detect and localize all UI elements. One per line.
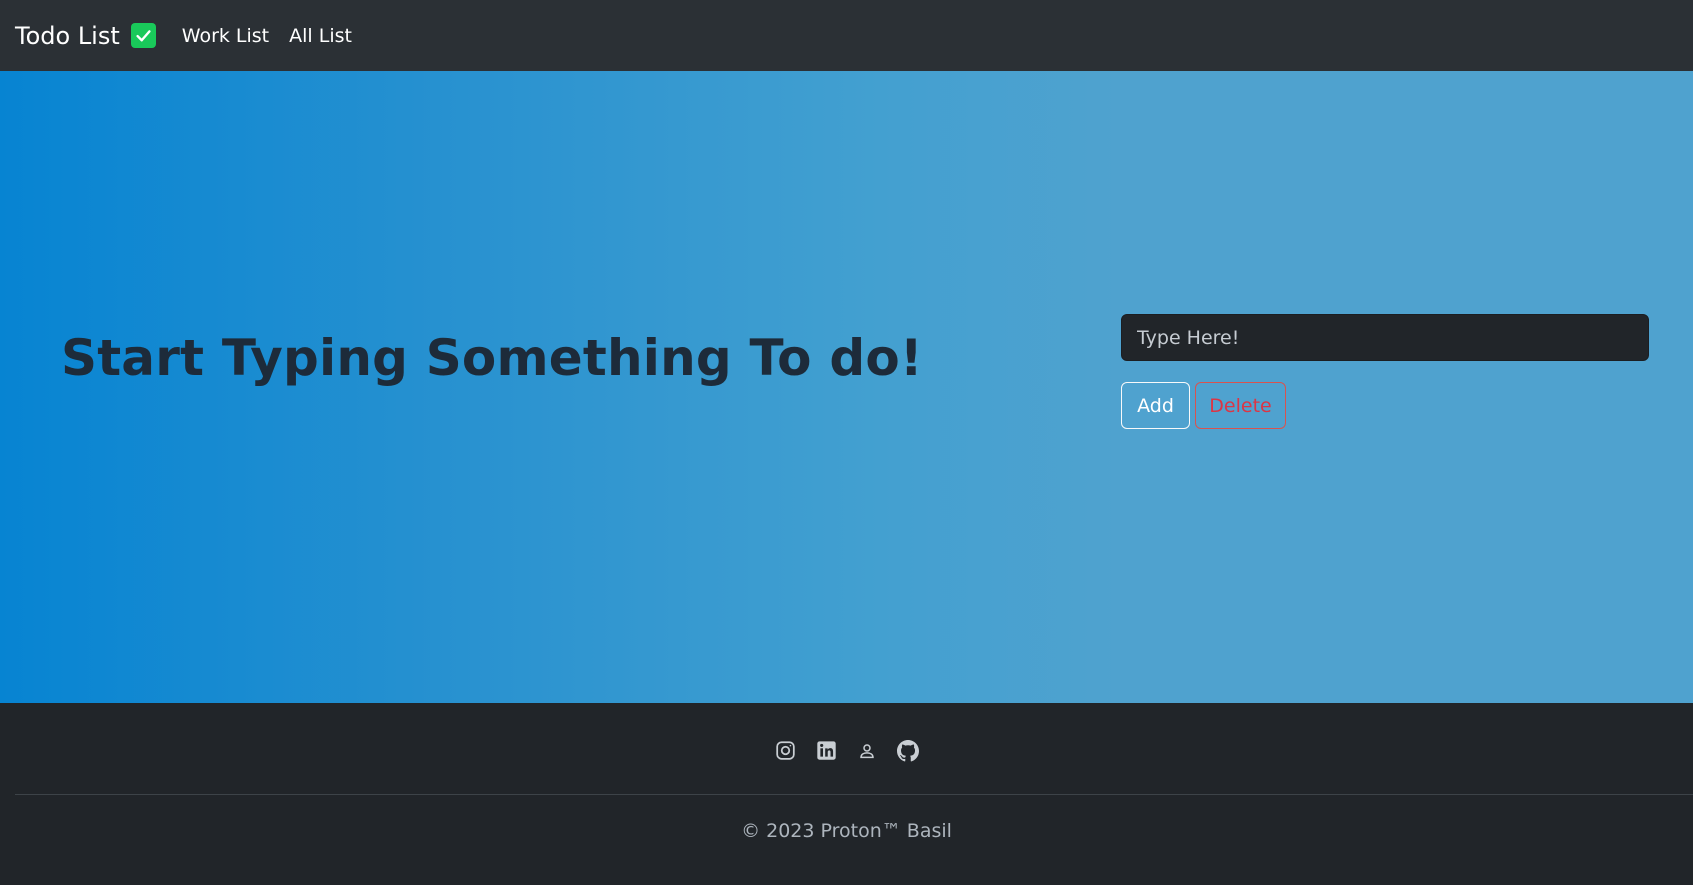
- nav-link-all-list[interactable]: All List: [289, 25, 352, 47]
- person-icon[interactable]: [856, 739, 879, 762]
- add-button[interactable]: Add: [1121, 382, 1190, 429]
- todo-input[interactable]: [1121, 314, 1649, 361]
- github-icon[interactable]: [897, 739, 920, 762]
- navbar: Todo List Work List All List: [0, 0, 1693, 71]
- linkedin-icon[interactable]: [815, 739, 838, 762]
- brand-title: Todo List: [15, 21, 120, 50]
- brand-link[interactable]: Todo List: [15, 22, 156, 50]
- hero-title: Start Typing Something To do!: [61, 329, 923, 387]
- footer: © 2023 Proton™ Basil: [0, 703, 1693, 885]
- nav-link-work-list[interactable]: Work List: [182, 25, 269, 47]
- footer-divider: [15, 794, 1693, 795]
- social-links: [0, 739, 1693, 762]
- copyright-text: © 2023 Proton™ Basil: [741, 820, 952, 842]
- hero-section: Start Typing Something To do! Add Delete: [0, 71, 1693, 703]
- check-square-icon: [130, 23, 156, 48]
- instagram-icon[interactable]: [774, 739, 797, 762]
- delete-button[interactable]: Delete: [1195, 382, 1286, 429]
